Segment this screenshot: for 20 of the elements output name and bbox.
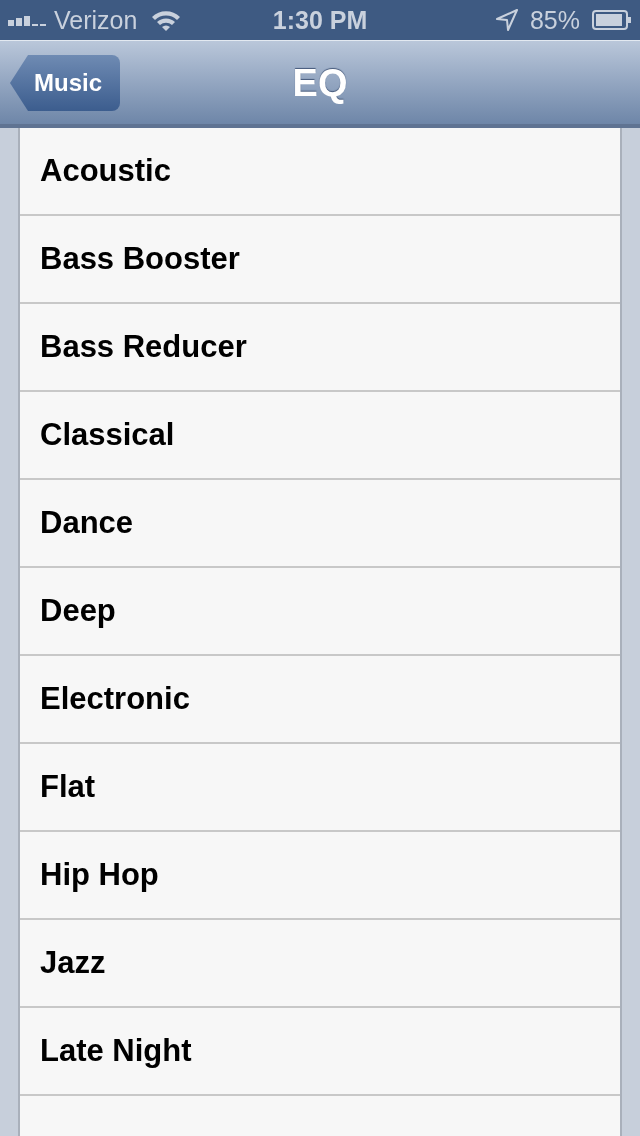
location-arrow-icon xyxy=(495,9,518,31)
eq-preset-row[interactable]: Bass Reducer xyxy=(20,304,620,392)
battery-percentage: 85% xyxy=(529,7,580,33)
screen-title: EQ xyxy=(292,63,348,102)
eq-preset-row[interactable]: Acoustic xyxy=(20,128,620,216)
eq-preset-row[interactable]: Dance xyxy=(20,480,620,568)
eq-preset-row[interactable]: Electronic xyxy=(20,656,620,744)
eq-preset-row[interactable]: Classical xyxy=(20,392,620,480)
battery-icon xyxy=(592,10,632,30)
eq-preset-row[interactable]: Hip Hop xyxy=(20,832,620,920)
eq-preset-row[interactable]: Bass Booster xyxy=(20,216,620,304)
eq-preset-row[interactable]: Deep xyxy=(20,568,620,656)
wifi-icon xyxy=(151,9,182,31)
eq-preset-row[interactable]: Jazz xyxy=(20,920,620,1008)
eq-preset-row[interactable]: Flat xyxy=(20,744,620,832)
carrier-name: Verizon xyxy=(54,7,138,33)
status-time: 1:30 PM xyxy=(272,7,368,33)
eq-preset-row[interactable]: Late Night xyxy=(20,1008,620,1096)
signal-bars-icon xyxy=(8,14,46,26)
back-button[interactable]: Music xyxy=(10,55,120,111)
